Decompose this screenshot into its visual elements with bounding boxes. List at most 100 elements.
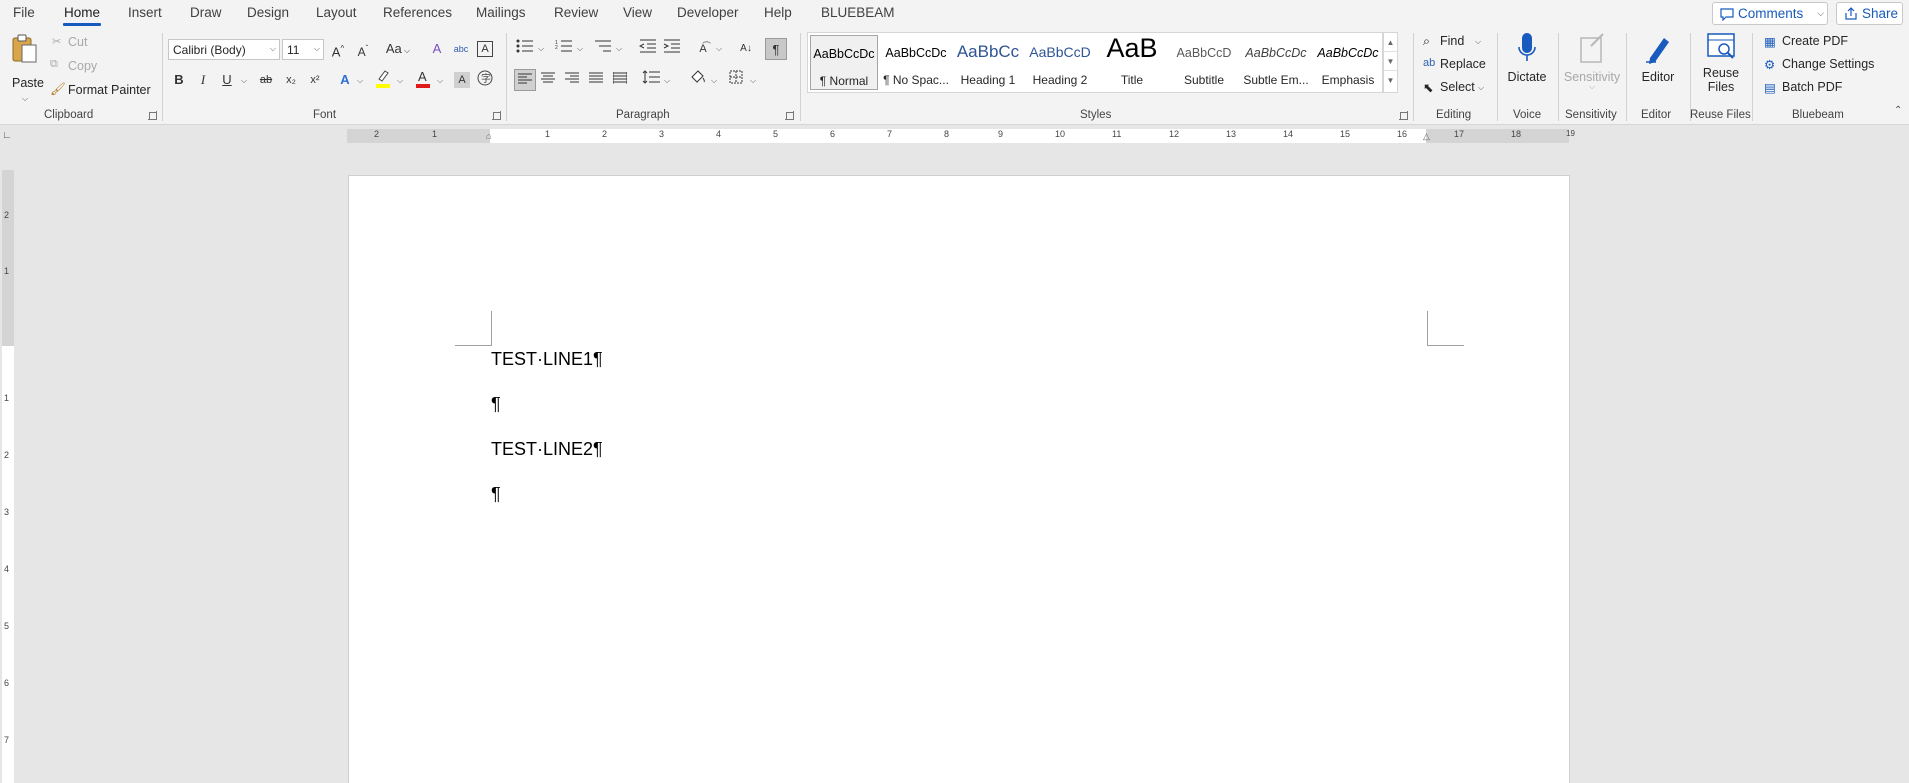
tab-references[interactable]: References xyxy=(383,5,452,20)
ruler-tick: 2 xyxy=(4,450,10,460)
enclose-characters-icon[interactable]: 字 xyxy=(474,69,496,91)
sort-icon[interactable]: A↓ xyxy=(735,38,757,60)
indent-marker-icon[interactable]: ⌂ xyxy=(486,131,491,141)
distributed-button[interactable] xyxy=(609,69,631,91)
tab-layout[interactable]: Layout xyxy=(316,5,357,20)
right-indent-marker-icon[interactable]: △ xyxy=(1423,131,1430,142)
shading-button[interactable] xyxy=(687,69,709,91)
document-paragraph[interactable]: TEST·LINE1¶ xyxy=(491,349,603,370)
asian-layout-icon[interactable]: A͡ xyxy=(692,38,714,60)
document-paragraph[interactable]: ¶ xyxy=(491,394,501,415)
character-border-icon[interactable]: A xyxy=(477,41,493,57)
crop-mark-left-h xyxy=(455,345,491,346)
document-page[interactable]: TEST·LINE1¶ ¶ TEST·LINE2¶ ¶ xyxy=(348,175,1570,783)
find-button[interactable]: Find xyxy=(1440,34,1464,48)
justify-button[interactable] xyxy=(585,69,607,91)
document-paragraph[interactable]: TEST·LINE2¶ xyxy=(491,439,603,460)
editor-button[interactable]: Editor xyxy=(1630,32,1686,84)
tab-home[interactable]: Home xyxy=(64,5,100,20)
font-color-button[interactable]: A xyxy=(412,67,434,89)
align-center-button[interactable] xyxy=(537,69,559,91)
style-heading-1[interactable]: AaBbCc Heading 1 xyxy=(952,33,1024,92)
style-subtle-emphasis[interactable]: AaBbCcDc Subtle Em... xyxy=(1240,33,1312,92)
tab-draw[interactable]: Draw xyxy=(190,5,222,20)
font-launcher-icon[interactable] xyxy=(492,111,501,120)
styles-gallery-scroll[interactable]: ▲ ▼ ▼ xyxy=(1383,32,1398,93)
superscript-button[interactable]: x² xyxy=(304,69,326,91)
select-button[interactable]: Select xyxy=(1440,80,1475,94)
active-tab-indicator xyxy=(63,23,101,26)
clipboard-launcher-icon[interactable] xyxy=(148,111,157,120)
underline-button[interactable]: U xyxy=(216,69,238,91)
shrink-font-button[interactable]: Aˇ xyxy=(352,38,374,60)
change-settings-button[interactable]: Change Settings xyxy=(1782,57,1874,71)
styles-launcher-icon[interactable] xyxy=(1399,111,1408,120)
ruler-tick: 3 xyxy=(4,507,10,517)
tab-design[interactable]: Design xyxy=(247,5,289,20)
align-right-button[interactable] xyxy=(561,69,583,91)
comments-button[interactable]: Comments ⌵ xyxy=(1712,2,1828,25)
tab-insert[interactable]: Insert xyxy=(128,5,162,20)
reuse-files-button[interactable]: Reuse Files xyxy=(1694,32,1748,94)
grow-font-button[interactable]: A^ xyxy=(327,38,349,60)
style-title[interactable]: AaB Title xyxy=(1096,33,1168,92)
cut-button[interactable]: Cut xyxy=(68,35,87,49)
dictate-button[interactable]: Dictate xyxy=(1502,32,1552,84)
strikethrough-button[interactable]: ab xyxy=(255,69,277,91)
paragraph-launcher-icon[interactable] xyxy=(785,111,794,120)
collapse-ribbon-icon[interactable]: ⌃ xyxy=(1894,105,1902,116)
format-painter-button[interactable]: Format Painter xyxy=(68,83,151,97)
chevron-down-icon[interactable]: ▼ xyxy=(1384,52,1397,71)
phonetic-guide-icon[interactable]: abc xyxy=(450,38,472,60)
numbering-button[interactable]: 12 xyxy=(553,38,575,60)
sensitivity-button[interactable]: Sensitivity ⌵ xyxy=(1563,32,1621,92)
create-pdf-button[interactable]: Create PDF xyxy=(1782,34,1848,48)
highlight-color-button[interactable] xyxy=(372,67,394,89)
style-subtitle[interactable]: AaBbCcD Subtitle xyxy=(1168,33,1240,92)
tab-mailings[interactable]: Mailings xyxy=(476,5,526,20)
ruler-tick: 4 xyxy=(4,564,10,574)
style-name: Heading 2 xyxy=(1032,73,1088,87)
font-size-combo[interactable]: 11 ⌵ xyxy=(282,39,324,60)
multilevel-list-button[interactable] xyxy=(592,38,614,60)
font-name-combo[interactable]: Calibri (Body) ⌵ xyxy=(168,39,280,60)
document-paragraph[interactable]: ¶ xyxy=(491,484,501,505)
share-button[interactable]: Share xyxy=(1836,2,1903,25)
style-heading-2[interactable]: AaBbCcD Heading 2 xyxy=(1024,33,1096,92)
tab-selector-icon[interactable]: ∟ xyxy=(2,130,12,141)
align-left-button[interactable] xyxy=(514,69,536,91)
paste-button[interactable]: Paste ⌵ xyxy=(10,34,44,103)
tab-file[interactable]: File xyxy=(13,5,35,20)
increase-indent-button[interactable] xyxy=(661,38,683,60)
tab-review[interactable]: Review xyxy=(554,5,598,20)
character-shading-icon[interactable]: A xyxy=(454,72,470,88)
text-effects-icon[interactable]: A xyxy=(334,69,356,91)
svg-text:2: 2 xyxy=(555,45,558,51)
tab-help[interactable]: Help xyxy=(764,5,792,20)
change-case-button[interactable]: Aa ⌵ xyxy=(383,38,413,60)
show-formatting-button[interactable]: ¶ xyxy=(765,38,787,60)
style-emphasis[interactable]: AaBbCcDc Emphasis xyxy=(1312,33,1384,92)
bullets-button[interactable] xyxy=(514,38,536,60)
copy-button[interactable]: Copy xyxy=(68,59,97,73)
style-normal[interactable]: AaBbCcDc ¶ Normal xyxy=(810,35,878,90)
share-label: Share xyxy=(1862,6,1899,21)
bold-button[interactable]: B xyxy=(168,69,190,91)
style-no-spacing[interactable]: AaBbCcDc ¶ No Spac... xyxy=(880,33,952,92)
borders-button[interactable] xyxy=(725,69,747,91)
tab-developer[interactable]: Developer xyxy=(677,5,739,20)
batch-pdf-button[interactable]: Batch PDF xyxy=(1782,80,1842,94)
subscript-button[interactable]: x₂ xyxy=(280,69,302,91)
ruler-tick: 4 xyxy=(716,129,722,139)
italic-button[interactable]: I xyxy=(192,69,214,91)
decrease-indent-button[interactable] xyxy=(637,38,659,60)
gallery-more-icon[interactable]: ▼ xyxy=(1384,71,1397,90)
replace-button[interactable]: Replace xyxy=(1440,57,1486,71)
chevron-down-icon: ⌵ xyxy=(538,44,545,53)
chevron-down-icon: ⌵ xyxy=(437,76,444,85)
clear-formatting-icon[interactable]: A xyxy=(426,38,448,60)
tab-bluebeam[interactable]: BLUEBEAM xyxy=(821,5,895,20)
tab-view[interactable]: View xyxy=(623,5,652,20)
line-spacing-button[interactable] xyxy=(640,69,662,91)
chevron-up-icon[interactable]: ▲ xyxy=(1384,33,1397,52)
